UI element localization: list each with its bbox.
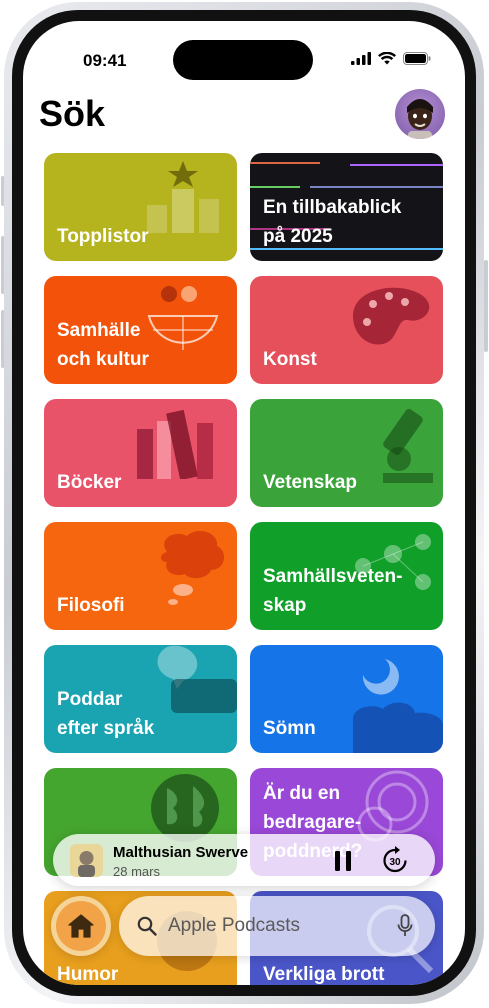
screen: 09:41 Sök Topplistor En tillbakablick på…	[23, 21, 465, 985]
memoji-avatar-icon	[407, 99, 433, 139]
category-card[interactable]: Poddar efter språk	[44, 645, 237, 753]
category-card[interactable]: Samhällsveten- skap	[250, 522, 443, 630]
category-label: Filosofi	[57, 595, 125, 616]
category-label: En tillbakablick på 2025	[263, 197, 402, 247]
dynamic-island	[173, 40, 313, 80]
cellular-signal-icon	[351, 52, 371, 65]
episode-artwork	[70, 844, 103, 877]
category-card[interactable]: Böcker	[44, 399, 237, 507]
magnifier-icon	[137, 916, 157, 936]
search-placeholder: Apple Podcasts	[168, 915, 301, 936]
status-bar: 09:41	[23, 21, 465, 80]
category-label: Topplistor	[57, 226, 149, 247]
category-label: Konst	[263, 349, 317, 370]
episode-title: Malthusian Swerve	[113, 844, 249, 861]
avatar[interactable]	[395, 89, 445, 139]
category-card[interactable]: Filosofi	[44, 522, 237, 630]
category-label: Samhällsveten- skap	[263, 566, 403, 616]
microphone-icon[interactable]	[397, 914, 413, 938]
category-label: Sömn	[263, 718, 316, 739]
category-artwork-icon	[353, 659, 443, 753]
skip-forward-30-icon[interactable]: 30	[382, 846, 408, 874]
house-icon	[68, 914, 94, 938]
wifi-icon	[378, 52, 396, 65]
battery-icon	[403, 52, 431, 65]
category-artwork-icon	[383, 408, 433, 483]
category-artwork-icon	[353, 287, 430, 345]
phone-bezel: 09:41 Sök Topplistor En tillbakablick på…	[12, 10, 476, 996]
episode-date: 28 mars	[113, 864, 160, 879]
status-time: 09:41	[83, 51, 127, 70]
tab-home[interactable]	[51, 896, 111, 956]
category-artwork-icon	[147, 161, 219, 233]
status-icons	[351, 52, 431, 65]
category-card[interactable]: Konst	[250, 276, 443, 384]
category-label: Verkliga brott	[263, 964, 385, 985]
category-card[interactable]: Sömn	[250, 645, 443, 753]
category-label: Humor	[57, 964, 119, 985]
category-label: Böcker	[57, 472, 122, 493]
pause-icon[interactable]	[333, 850, 353, 872]
category-label: Samhälle och kultur	[57, 320, 149, 370]
mini-player[interactable]: Malthusian Swerve 28 mars 30	[53, 834, 435, 886]
tab-home-active	[56, 901, 106, 951]
category-artwork-icon	[137, 409, 213, 479]
category-card[interactable]: Topplistor	[44, 153, 237, 261]
page-title: Sök	[39, 93, 106, 134]
search-field[interactable]: Apple Podcasts	[119, 896, 435, 956]
skip-seconds-label: 30	[389, 857, 401, 868]
category-artwork-icon	[161, 531, 225, 605]
category-card[interactable]: En tillbakablick på 2025	[250, 153, 443, 261]
phone-frame: 09:41 Sök Topplistor En tillbakablick på…	[4, 2, 484, 1004]
category-label: Poddar efter språk	[57, 689, 155, 739]
category-label: Vetenskap	[263, 472, 357, 493]
category-card[interactable]: Vetenskap	[250, 399, 443, 507]
category-card[interactable]: Samhälle och kultur	[44, 276, 237, 384]
category-artwork-icon	[147, 286, 219, 350]
